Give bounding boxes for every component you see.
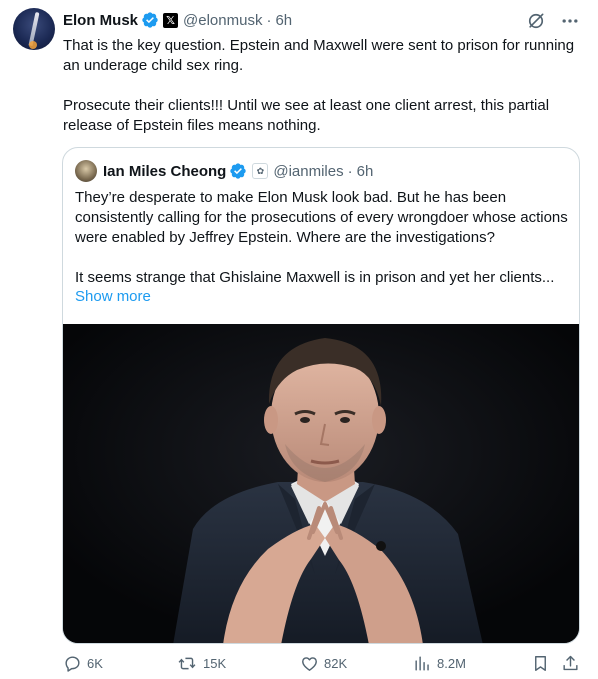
affiliate-badge-icon[interactable]: ✿ [252, 163, 269, 179]
tweet-text: That is the key question. Epstein and Ma… [63, 36, 583, 156]
quote-header: Ian Miles Cheong ✿ @ianmiles · 6h [75, 160, 374, 182]
tweet-paragraph: That is the key question. Epstein and Ma… [63, 37, 575, 74]
more-icon[interactable] [560, 11, 580, 31]
quote-separator: · [347, 162, 353, 180]
verified-badge-icon[interactable] [141, 11, 159, 29]
view-count: 8.2M [437, 656, 466, 671]
share-button[interactable] [561, 654, 580, 673]
bookmark-button[interactable] [531, 654, 550, 673]
top-actions [526, 11, 580, 31]
views-button[interactable]: 8.2M [413, 654, 466, 673]
author-name[interactable]: Elon Musk [63, 12, 138, 29]
like-button[interactable]: 82K [300, 654, 347, 673]
tweet-header: Elon Musk 𝕏 @elonmusk · 6h [63, 10, 292, 30]
quote-photo[interactable] [63, 324, 579, 643]
quote-paragraph: They’re desperate to make Elon Musk look… [75, 189, 568, 246]
quote-author-avatar[interactable] [75, 160, 97, 182]
reply-button[interactable]: 6K [63, 654, 103, 673]
tweet-time[interactable]: 6h [275, 12, 292, 29]
quote-text: They’re desperate to make Elon Musk look… [75, 188, 571, 288]
author-handle[interactable]: @elonmusk [183, 12, 262, 29]
quote-author-name[interactable]: Ian Miles Cheong [103, 163, 226, 180]
author-avatar[interactable] [13, 8, 55, 50]
views-icon [415, 656, 429, 671]
quote-paragraph: It seems strange that Ghislaine Maxwell … [75, 269, 555, 286]
repost-icon [178, 657, 196, 670]
bookmark-icon [535, 656, 546, 671]
quoted-tweet[interactable]: Ian Miles Cheong ✿ @ianmiles · 6h They’r… [62, 147, 580, 644]
quote-author-handle[interactable]: @ianmiles [273, 163, 343, 180]
action-bar: 6K 15K 82K 8.2M [63, 654, 583, 676]
like-count: 82K [324, 656, 348, 671]
x-logo-icon[interactable]: 𝕏 [163, 12, 179, 28]
share-icon [563, 655, 578, 671]
repost-count: 15K [203, 656, 227, 671]
reply-count: 6K [87, 656, 103, 671]
reply-icon [65, 656, 80, 672]
show-more-link[interactable]: Show more [75, 288, 151, 305]
like-icon [302, 657, 317, 671]
header-separator: · [266, 11, 272, 29]
tweet-paragraph: Prosecute their clients!!! Until we see … [63, 97, 550, 134]
quote-time[interactable]: 6h [357, 163, 374, 180]
repost-button[interactable]: 15K [176, 654, 226, 673]
grok-icon[interactable] [526, 11, 546, 31]
portrait-illustration [63, 324, 579, 643]
tweet[interactable]: Elon Musk 𝕏 @elonmusk · 6h That is the k… [0, 0, 598, 679]
verified-badge-icon[interactable] [229, 162, 247, 180]
rocket-flame-graphic [29, 41, 37, 49]
